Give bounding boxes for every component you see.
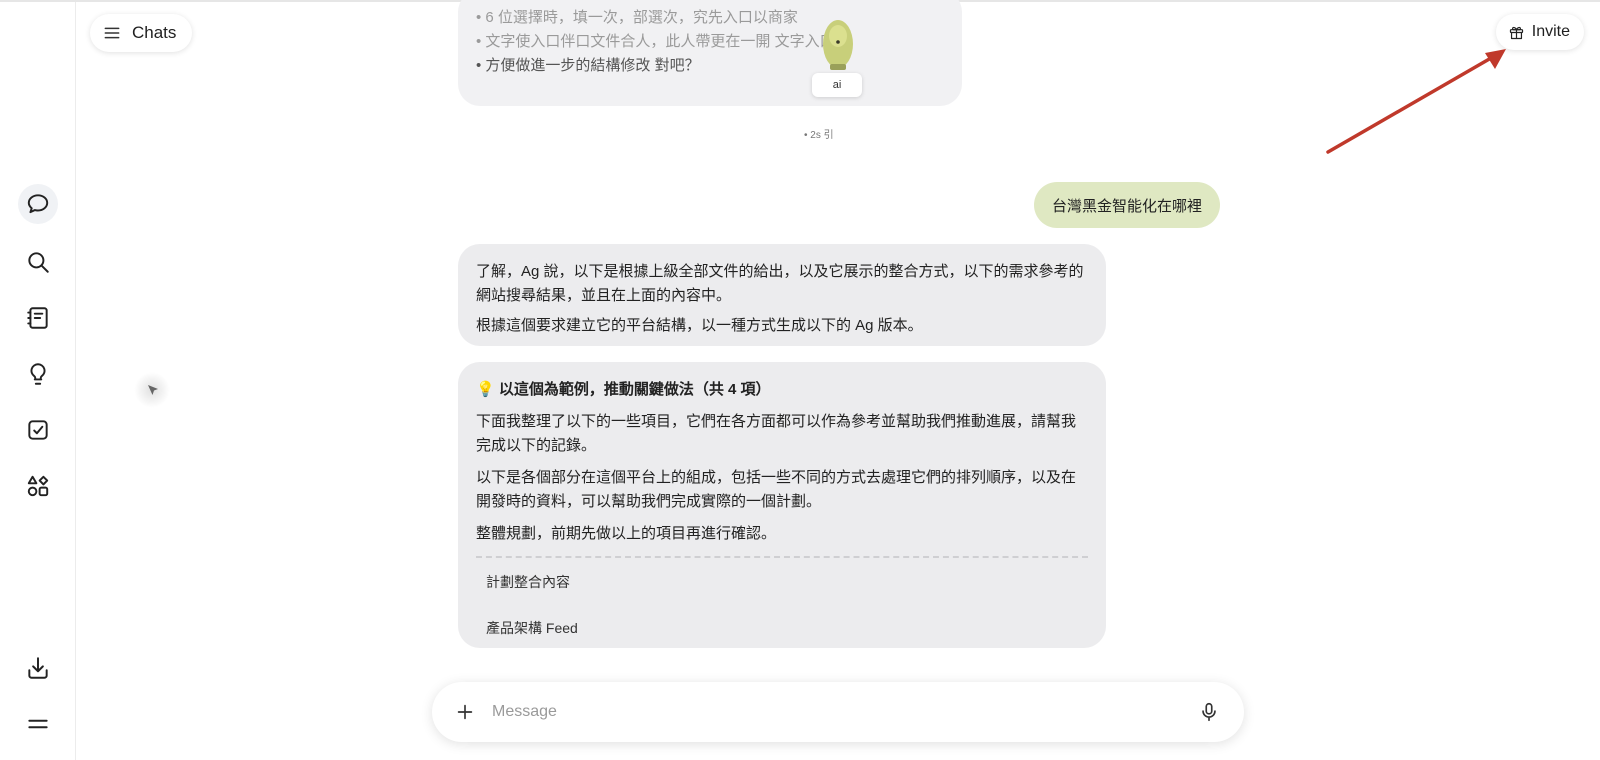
sidebar-item-tasks[interactable] — [18, 410, 58, 450]
chats-label: Chats — [132, 23, 177, 42]
message-composer — [432, 682, 1244, 742]
sidebar-item-notebook[interactable] — [18, 298, 58, 338]
lightbulb-icon — [30, 363, 46, 385]
hamburger-icon — [104, 27, 120, 39]
message-paragraph: 下面我整理了以下的一些項目，它們在各方面都可以作為參考並幫助我們推動進展，請幫我… — [476, 413, 1077, 454]
checkbox-icon — [28, 420, 48, 440]
chats-button[interactable]: Chats — [90, 14, 193, 52]
sidebar-item-ideas[interactable] — [18, 354, 58, 394]
message-paragraph: 了解，Ag 說，以下是根據上級全部文件的給出，以及它展示的整合方式，以下的需求參… — [476, 263, 1084, 304]
assistant-message: 💡 以這個為範例，推動關鍵做法（共 4 項） 下面我整理了以下的一些項目，它們在… — [458, 362, 1106, 648]
download-icon — [28, 657, 48, 679]
message-input[interactable] — [492, 703, 1198, 721]
plus-icon[interactable] — [454, 701, 476, 723]
list-item: 計劃整合內容 — [486, 574, 570, 590]
user-message: 台灣黑金智能化在哪裡 — [1033, 182, 1220, 228]
message-line: • 文字使入口伴口文件合人，此人帶更在一開 文字入口在 — [476, 33, 850, 50]
notebook-icon — [27, 307, 48, 329]
apps-grid-icon — [27, 475, 49, 497]
sidebar-item-download[interactable] — [18, 648, 58, 688]
microphone-icon[interactable] — [1198, 701, 1220, 723]
message-line: • 方便做進一步的結構修改 對吧？ — [476, 57, 700, 74]
sidebar-item-search[interactable] — [18, 242, 58, 282]
gift-icon — [1509, 26, 1523, 39]
mascot-avatar-icon — [823, 20, 853, 70]
mascot-tag: ai — [812, 73, 862, 97]
message-heading: 💡 以這個為範例，推動關鍵做法（共 4 項） — [476, 381, 771, 398]
sidebar-item-chat[interactable] — [18, 184, 58, 224]
divider — [476, 556, 1088, 558]
hamburger-icon — [28, 719, 48, 729]
chat-bubble-icon — [27, 194, 49, 214]
mouse-cursor — [134, 372, 170, 408]
assistant-message: 了解，Ag 說，以下是根據上級全部文件的給出，以及它展示的整合方式，以下的需求參… — [458, 244, 1106, 346]
invite-label: Invite — [1531, 23, 1570, 40]
annotation-arrow — [1326, 49, 1506, 154]
message-line: • 6 位選擇時，填一次，部選次，究先入口以商家 — [476, 9, 798, 26]
message-paragraph: 根據這個要求建立它的平台結構，以一種方式生成以下的 Ag 版本。 — [476, 317, 923, 334]
assistant-message-previous: • 6 位選擇時，填一次，部選次，究先入口以商家 • 文字使入口伴口文件合人，此… — [458, 0, 962, 106]
message-paragraph: 整體規劃，前期先做以上的項目再進行確認。 — [476, 525, 777, 542]
left-sidebar — [0, 2, 76, 760]
sidebar-item-menu[interactable] — [18, 704, 58, 744]
cursor-arrow-icon — [148, 385, 158, 395]
app-window: Chats Invite • 6 位選擇時，填一次，部選次，究先入口以商家 • … — [0, 0, 1600, 760]
message-paragraph: 以下是各個部分在這個平台上的組成，包括一些不同的方式去處理它們的排列順序，以及在… — [476, 469, 1077, 510]
list-item: 產品架構 Feed — [486, 620, 578, 636]
message-meta: • 2s 引 — [804, 130, 834, 141]
sidebar-item-apps[interactable] — [18, 466, 58, 506]
search-icon — [28, 252, 49, 273]
